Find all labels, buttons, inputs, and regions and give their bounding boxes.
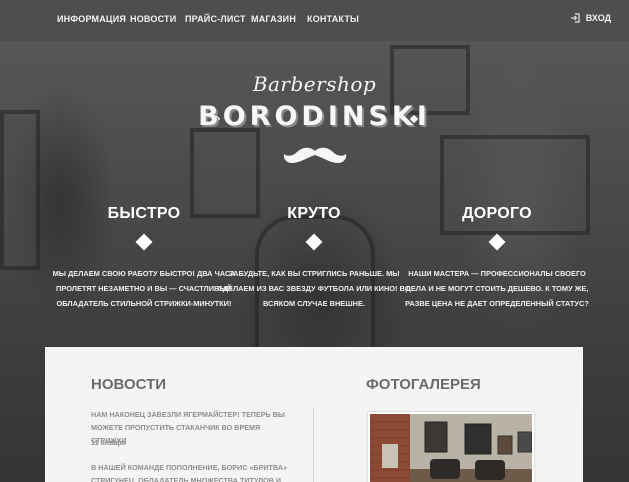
diamond-icon [488, 233, 506, 251]
barbershop-interior-photo [370, 414, 532, 482]
diamond-icon [305, 233, 323, 251]
feature-description: НАШИ МАСТЕРА — ПРОФЕССИОНАЛЫ СВОЕГО ДЕЛА… [405, 269, 589, 308]
login-link[interactable]: ВХОД [570, 13, 611, 23]
gallery-photo[interactable] [368, 412, 534, 482]
feature-expensive: ДОРОГО НАШИ МАСТЕРА — ПРОФЕССИОНАЛЫ СВОЕ… [397, 205, 597, 311]
gallery-heading[interactable]: ФОТОГАЛЕРЕЯ [366, 376, 481, 393]
nav-item-shop[interactable]: МАГАЗИН [251, 14, 296, 24]
nav-item-news[interactable]: НОВОСТИ [130, 14, 176, 24]
brand-script: Barbershop [252, 72, 377, 96]
nav-item-info[interactable]: ИНФОРМАЦИЯ [57, 14, 126, 24]
mustache-icon [283, 147, 347, 163]
news-item[interactable]: В НАШЕЙ КОМАНДЕ ПОПОЛНЕНИЕ, БОРИС «БРИТВ… [91, 461, 291, 482]
feature-cool: КРУТО ЗАБУДЬТЕ, КАК ВЫ СТРИГЛИСЬ РАНЬШЕ.… [214, 205, 414, 311]
login-arrow-icon [570, 13, 580, 23]
news-heading[interactable]: НОВОСТИ [91, 376, 166, 393]
top-navigation: ИНФОРМАЦИЯ НОВОСТИ ПРАЙС-ЛИСТ МАГАЗИН КО… [0, 0, 629, 41]
nav-item-contacts[interactable]: КОНТАКТЫ [307, 14, 359, 24]
background-chair [0, 110, 40, 270]
feature-title: КРУТО [287, 205, 341, 222]
brand-logo-text: BORODINSKI [198, 101, 431, 132]
login-label: ВХОД [585, 13, 611, 23]
news-date: 11 января [91, 438, 126, 447]
feature-description: ЗАБУДЬТЕ, КАК ВЫ СТРИГЛИСЬ РАНЬШЕ. МЫ СД… [217, 269, 411, 308]
feature-title: ДОРОГО [462, 205, 532, 222]
nav-item-price-list[interactable]: ПРАЙС-ЛИСТ [185, 14, 246, 24]
content-panel: НОВОСТИ НАМ НАКОНЕЦ ЗАВЕЗЛИ ЯГЕРМАЙСТЕР!… [45, 347, 583, 482]
column-divider [313, 407, 314, 482]
diamond-icon [135, 233, 153, 251]
